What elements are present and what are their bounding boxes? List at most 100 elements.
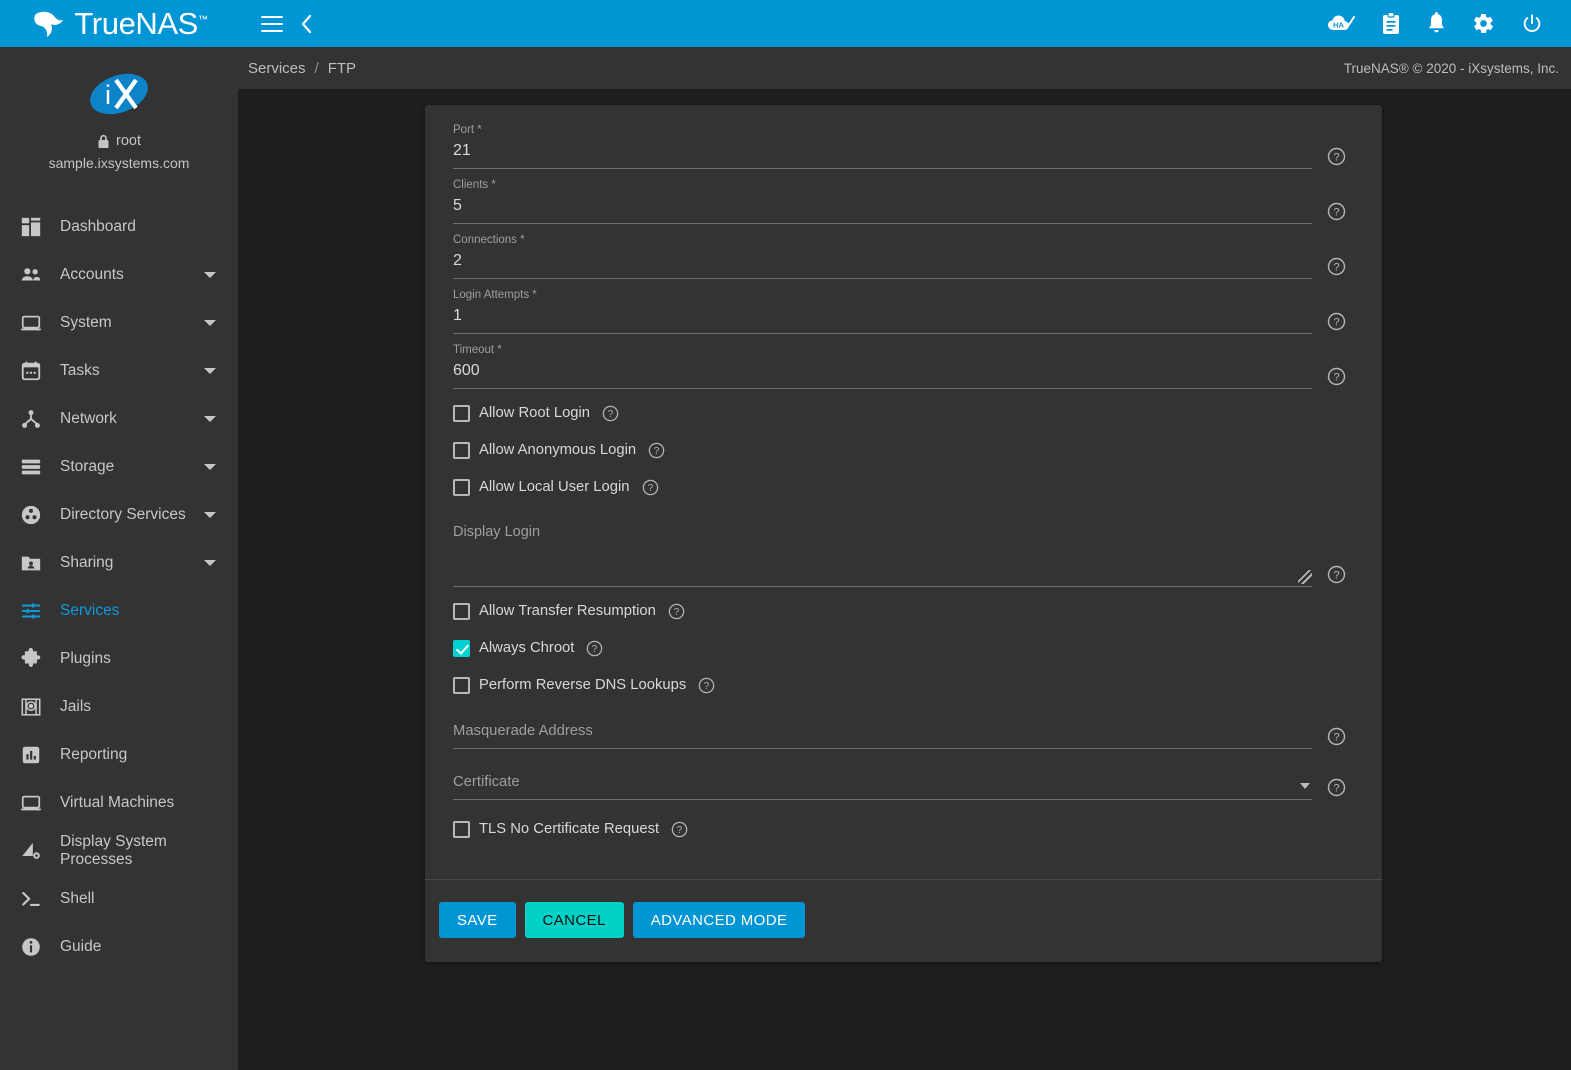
breadcrumb-item-services[interactable]: Services [248,60,306,77]
plugins-icon [14,648,48,670]
textarea-resize-grip-icon[interactable] [1298,570,1312,584]
field-input[interactable]: 5 [453,194,1312,224]
chevron-down-icon[interactable] [204,464,216,470]
checkbox-always-chroot[interactable] [453,640,470,657]
field-input[interactable]: 600 [453,359,1312,389]
svg-text:?: ? [654,446,660,457]
help-icon[interactable]: ? [698,677,715,694]
sidebar-item-accounts[interactable]: Accounts [0,251,238,299]
display-login-input[interactable] [453,540,1312,587]
sidebar-item-services[interactable]: Services [0,587,238,635]
help-icon[interactable]: ? [1327,312,1346,331]
checkbox-row-allow-local-user-login[interactable]: Allow Local User Login? [439,474,1360,500]
svg-text:i: i [105,80,111,110]
save-button[interactable]: SAVE [439,902,516,938]
checkbox-row-always-chroot[interactable]: Always Chroot? [439,635,1360,661]
sidebar-item-tasks[interactable]: Tasks [0,347,238,395]
help-icon[interactable]: ? [586,640,603,657]
sidebar-item-jails[interactable]: Jails [0,683,238,731]
sidebar-item-label: Plugins [60,650,238,668]
help-icon[interactable]: ? [602,405,619,422]
help-icon[interactable]: ? [648,442,665,459]
svg-text:?: ? [1333,570,1339,582]
field-input[interactable]: 1 [453,304,1312,334]
sidebar-item-network[interactable]: Network [0,395,238,443]
chevron-down-icon[interactable] [204,416,216,422]
chevron-down-icon[interactable] [1300,783,1310,789]
checkbox-row-perform-reverse-dns-lookups[interactable]: Perform Reverse DNS Lookups? [439,672,1360,698]
chevron-down-icon[interactable] [204,560,216,566]
advanced-mode-button[interactable]: ADVANCED MODE [633,902,806,938]
lock-icon [97,134,110,149]
field-timeout: Timeout *600? [439,343,1360,389]
brand-logo-area[interactable]: TrueNAS™ [0,0,238,47]
help-icon[interactable]: ? [1327,727,1346,746]
reporting-icon [14,744,48,766]
help-icon[interactable]: ? [1327,565,1346,584]
sidebar-item-shell[interactable]: Shell [0,875,238,923]
top-bar: TrueNAS™ HA [0,0,1571,47]
svg-text:?: ? [677,825,683,836]
display-login-label: Display Login [453,524,1312,540]
help-icon[interactable]: ? [668,603,685,620]
cancel-button[interactable]: CANCEL [525,902,624,938]
ha-status-icon[interactable]: HA [1327,13,1355,35]
settings-gear-icon[interactable] [1472,12,1495,35]
help-icon[interactable]: ? [1327,147,1346,166]
system-icon [14,312,48,334]
sidebar-item-label: Services [60,602,238,620]
help-icon[interactable]: ? [1327,367,1346,386]
checkbox-row-allow-anonymous-login[interactable]: Allow Anonymous Login? [439,437,1360,463]
checkbox-label: Allow Transfer Resumption [479,603,656,619]
sidebar-item-sharing[interactable]: Sharing [0,539,238,587]
help-icon[interactable]: ? [1327,257,1346,276]
sidebar-item-label: Jails [60,698,238,716]
field-input[interactable]: 21 [453,139,1312,169]
help-icon[interactable]: ? [1327,202,1346,221]
sidebar-item-directory-services[interactable]: Directory Services [0,491,238,539]
checkbox-allow-local-user-login[interactable] [453,479,470,496]
chevron-down-icon[interactable] [204,320,216,326]
sidebar-item-display-system-processes[interactable]: Display System Processes [0,827,238,875]
tasks-icon [14,360,48,382]
checkbox-allow-transfer-resumption[interactable] [453,603,470,620]
checkbox-row-allow-transfer-resumption[interactable]: Allow Transfer Resumption? [439,598,1360,624]
help-icon[interactable]: ? [671,821,688,838]
help-icon[interactable]: ? [642,479,659,496]
checkbox-perform-reverse-dns-lookups[interactable] [453,677,470,694]
svg-text:?: ? [1333,317,1339,329]
breadcrumb-separator: / [315,60,319,77]
power-icon[interactable] [1521,13,1543,35]
sidebar-item-label: Dashboard [60,218,238,236]
masquerade-address-input[interactable]: Masquerade Address [453,720,1312,742]
checkbox-allow-root-login[interactable] [453,405,470,422]
chevron-down-icon[interactable] [204,512,216,518]
chevron-left-icon[interactable] [299,13,315,35]
checkbox-row-allow-root-login[interactable]: Allow Root Login? [439,400,1360,426]
checkbox-row-tls-no-certificate-request[interactable]: TLS No Certificate Request? [439,816,1360,842]
sidebar-item-reporting[interactable]: Reporting [0,731,238,779]
login-options-group: Allow Root Login? Allow Anonymous Login? A… [439,400,1360,500]
task-manager-icon[interactable] [1381,12,1401,35]
checkbox-allow-anonymous-login[interactable] [453,442,470,459]
field-input[interactable]: 2 [453,249,1312,279]
svg-text:?: ? [608,409,614,420]
help-icon[interactable]: ? [1327,778,1346,797]
sidebar-item-virtual-machines[interactable]: Virtual Machines [0,779,238,827]
brand-trademark: ™ [198,14,208,25]
checkbox-tls-no-certificate-request[interactable] [453,821,470,838]
ftp-settings-card: Port *21?Clients *5?Connections *2?Login… [425,105,1382,962]
chevron-down-icon[interactable] [204,272,216,278]
sidebar-item-label: Directory Services [60,506,204,524]
notifications-bell-icon[interactable] [1427,12,1446,35]
chevron-down-icon[interactable] [204,368,216,374]
sidebar-item-system[interactable]: System [0,299,238,347]
storage-icon [14,456,48,478]
jails-icon [14,696,48,718]
certificate-select[interactable]: Certificate [453,771,1312,793]
hamburger-icon[interactable] [261,16,283,32]
sidebar-item-plugins[interactable]: Plugins [0,635,238,683]
sidebar-item-guide[interactable]: Guide [0,923,238,971]
sidebar-item-storage[interactable]: Storage [0,443,238,491]
sidebar-item-dashboard[interactable]: Dashboard [0,203,238,251]
